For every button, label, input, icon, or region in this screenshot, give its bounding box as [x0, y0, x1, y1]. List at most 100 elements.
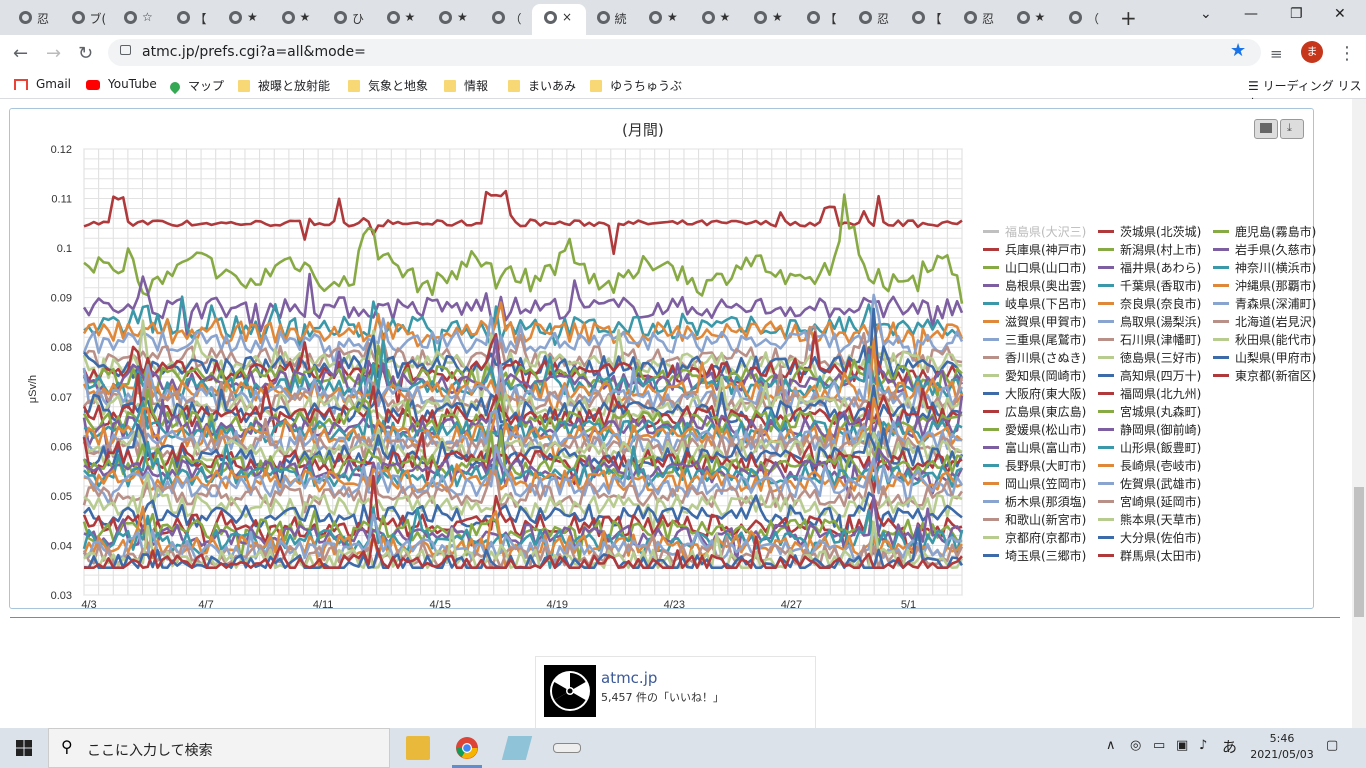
- bookmark-item[interactable]: YouTube: [86, 77, 157, 91]
- legend-item[interactable]: 京都府(京都市): [983, 529, 1086, 546]
- tab[interactable]: （: [1057, 4, 1111, 31]
- taskbar-clock[interactable]: 5:46 2021/05/03: [1250, 731, 1314, 763]
- legend-item[interactable]: 長崎県(壱岐市): [1098, 457, 1201, 474]
- legend-item[interactable]: 宮城県(丸森町): [1098, 403, 1201, 420]
- facebook-page-plugin[interactable]: atmc.jp 5,457 件の「いいね！」: [535, 656, 816, 730]
- url-text[interactable]: atmc.jp/prefs.cgi?a=all&mode=: [142, 44, 366, 60]
- app-icon[interactable]: [553, 743, 581, 753]
- legend-item[interactable]: 福井県(あわら): [1098, 259, 1201, 276]
- tab[interactable]: （: [480, 4, 534, 31]
- legend-item[interactable]: 岐阜県(下呂市): [983, 295, 1086, 312]
- volume-icon[interactable]: ♪: [1199, 738, 1207, 753]
- file-explorer-icon[interactable]: [406, 736, 430, 760]
- bookmark-item[interactable]: ゆうちゅうぶ: [590, 77, 682, 94]
- scrollbar-thumb[interactable]: [1354, 487, 1364, 617]
- tab[interactable]: ひ: [322, 4, 376, 31]
- ime-indicator[interactable]: あ: [1222, 736, 1237, 757]
- legend-item[interactable]: 福島県(大沢三): [983, 223, 1086, 240]
- legend-item[interactable]: 鳥取県(湯梨浜): [1098, 313, 1201, 330]
- close-tab-button[interactable]: ×: [562, 10, 582, 24]
- show-hidden-icons[interactable]: ∧: [1106, 738, 1116, 753]
- tab[interactable]: ★: [427, 4, 481, 31]
- restore-icon[interactable]: ❐: [1290, 6, 1303, 22]
- page-scrollbar[interactable]: [1352, 99, 1366, 728]
- legend-item[interactable]: 石川県(津幡町): [1098, 331, 1201, 348]
- legend-item[interactable]: 岡山県(笠岡市): [983, 475, 1086, 492]
- legend-item[interactable]: 熊本県(天草市): [1098, 511, 1201, 528]
- legend-item[interactable]: 徳島県(三好市): [1098, 349, 1201, 366]
- taskbar-search-box[interactable]: ⚲ ここに入力して検索: [48, 728, 390, 768]
- bookmark-item[interactable]: マップ: [167, 77, 224, 95]
- tab[interactable]: ★: [1005, 4, 1059, 31]
- legend-item[interactable]: 茨城県(北茨城): [1098, 223, 1201, 240]
- tab[interactable]: 【: [165, 4, 219, 31]
- legend-item[interactable]: 宮崎県(延岡市): [1098, 493, 1201, 510]
- legend-item[interactable]: 広島県(東広島): [983, 403, 1086, 420]
- bookmark-item[interactable]: まいあみ: [508, 77, 576, 94]
- address-bar[interactable]: atmc.jp/prefs.cgi?a=all&mode= ★: [108, 39, 1261, 66]
- legend-item[interactable]: 神奈川(横浜市): [1213, 259, 1316, 276]
- tab[interactable]: ★: [637, 4, 691, 31]
- new-tab-button[interactable]: +: [1120, 6, 1137, 30]
- legend-item[interactable]: 三重県(尾鷲市): [983, 331, 1086, 348]
- tab[interactable]: 【: [795, 4, 849, 31]
- legend-item[interactable]: 佐賀県(武雄市): [1098, 475, 1201, 492]
- legend-item[interactable]: 香川県(さぬき): [983, 349, 1086, 366]
- legend-item[interactable]: 栃木県(那須塩): [983, 493, 1086, 510]
- tab-search-icon[interactable]: ⌄: [1200, 6, 1212, 22]
- tab[interactable]: 【: [900, 4, 954, 31]
- network-icon[interactable]: ▣: [1176, 738, 1188, 753]
- legend-item[interactable]: 山梨県(甲府市): [1213, 349, 1316, 366]
- tab[interactable]: ★: [742, 4, 796, 31]
- tab[interactable]: ★: [690, 4, 744, 31]
- reload-icon[interactable]: ↻: [78, 43, 93, 64]
- media-control-icon[interactable]: ≡: [1270, 45, 1283, 63]
- legend-item[interactable]: 福岡県(北九州): [1098, 385, 1201, 402]
- back-icon[interactable]: ←: [13, 43, 28, 64]
- legend-item[interactable]: 富山県(富山市): [983, 439, 1086, 456]
- forward-icon[interactable]: →: [46, 43, 61, 64]
- tab[interactable]: ☆: [112, 4, 166, 31]
- bookmark-item[interactable]: 気象と地象: [348, 77, 428, 94]
- tab[interactable]: ブ(: [60, 4, 114, 31]
- legend-item[interactable]: 長野県(大町市): [983, 457, 1086, 474]
- tab[interactable]: 忍: [847, 4, 901, 31]
- legend-item[interactable]: 奈良県(奈良市): [1098, 295, 1201, 312]
- tab[interactable]: 続: [585, 4, 639, 31]
- facebook-page-title[interactable]: atmc.jp: [601, 669, 657, 687]
- minimize-icon[interactable]: —: [1244, 6, 1258, 22]
- bookmark-star-icon[interactable]: ★: [1230, 40, 1246, 61]
- bookmark-item[interactable]: Gmail: [14, 77, 71, 91]
- bookmark-item[interactable]: 情報: [444, 77, 488, 94]
- notification-icon[interactable]: ▢: [1326, 738, 1338, 753]
- webcam-icon[interactable]: ◎: [1130, 738, 1141, 753]
- legend-item[interactable]: 東京都(新宿区): [1213, 367, 1316, 384]
- tab[interactable]: 忍: [7, 4, 61, 31]
- legend-item[interactable]: 愛知県(岡崎市): [983, 367, 1086, 384]
- legend-item[interactable]: 愛媛県(松山市): [983, 421, 1086, 438]
- legend-item[interactable]: 兵庫県(神戸市): [983, 241, 1086, 258]
- legend-item[interactable]: 和歌山(新宮市): [983, 511, 1086, 528]
- menu-icon[interactable]: ⋮: [1338, 43, 1356, 64]
- legend-item[interactable]: 青森県(深浦町): [1213, 295, 1316, 312]
- legend-item[interactable]: 岩手県(久慈市): [1213, 241, 1316, 258]
- legend-item[interactable]: 沖縄県(那覇市): [1213, 277, 1316, 294]
- legend-item[interactable]: 千葉県(香取市): [1098, 277, 1201, 294]
- bookmark-item[interactable]: 被曝と放射能: [238, 77, 330, 94]
- tab[interactable]: ★: [270, 4, 324, 31]
- tab[interactable]: ★: [375, 4, 429, 31]
- chrome-icon[interactable]: [455, 736, 479, 760]
- legend-item[interactable]: 山形県(飯豊町): [1098, 439, 1201, 456]
- tab-active[interactable]: ×: [532, 4, 586, 35]
- legend-item[interactable]: 群馬県(太田市): [1098, 547, 1201, 564]
- legend-item[interactable]: 大分県(佐伯市): [1098, 529, 1201, 546]
- legend-item[interactable]: 滋賀県(甲賀市): [983, 313, 1086, 330]
- profile-avatar[interactable]: ま: [1301, 41, 1323, 63]
- legend-item[interactable]: 鹿児島(霧島市): [1213, 223, 1316, 240]
- battery-icon[interactable]: ▭: [1153, 738, 1165, 753]
- notepad-icon[interactable]: [501, 736, 533, 760]
- legend-item[interactable]: 島根県(奥出雲): [983, 277, 1086, 294]
- close-window-icon[interactable]: ✕: [1334, 6, 1346, 22]
- legend-item[interactable]: 新潟県(村上市): [1098, 241, 1201, 258]
- tab[interactable]: 忍: [952, 4, 1006, 31]
